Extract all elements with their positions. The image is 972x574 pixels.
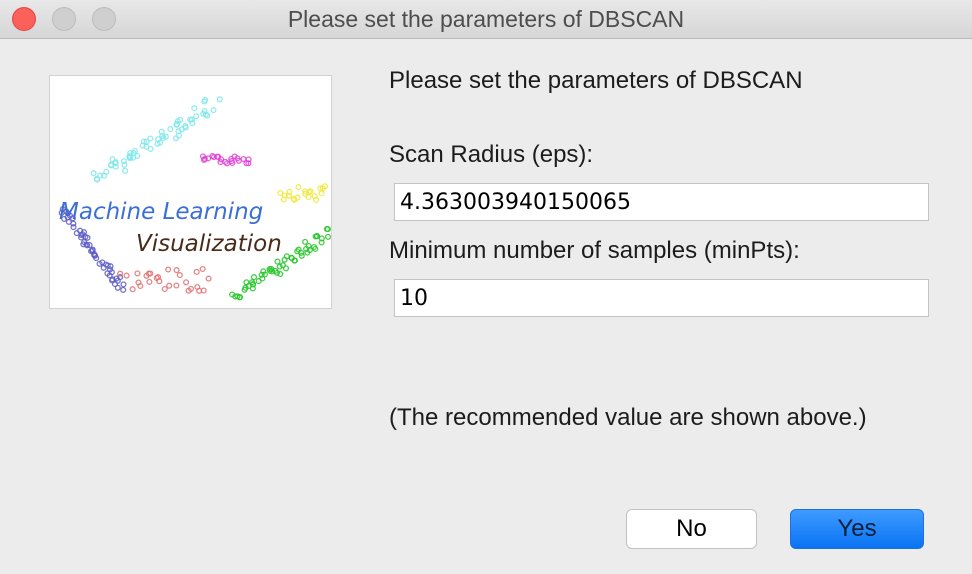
recommendation-note: (The recommended value are shown above.) [389, 404, 867, 431]
logo-dot [120, 281, 127, 288]
logo-dot [146, 278, 153, 285]
logo-dot [193, 113, 200, 120]
logo-dot [90, 170, 97, 177]
minpts-input[interactable] [394, 279, 929, 317]
logo-dot [210, 107, 217, 114]
ml-visualization-logo: Machine Learning Visualization [49, 75, 332, 309]
logo-dot [250, 274, 258, 281]
no-button[interactable]: No [626, 509, 757, 549]
logo-dot [243, 279, 250, 286]
logo-dot [161, 285, 168, 293]
logo-dot [199, 265, 206, 273]
logo-dot [302, 238, 309, 245]
logo-dot [295, 184, 302, 191]
window-title: Please set the parameters of DBSCAN [287, 6, 685, 32]
title-bar: Please set the parameters of DBSCAN [0, 0, 972, 39]
logo-dot [172, 135, 180, 142]
eps-label: Scan Radius (eps): [389, 141, 594, 168]
dialog-heading: Please set the parameters of DBSCAN [389, 67, 803, 94]
logo-dot [117, 270, 124, 277]
logo-dot [122, 167, 129, 174]
logo-dot [305, 193, 312, 201]
logo-dot [114, 284, 121, 291]
yes-button[interactable]: Yes [790, 509, 924, 549]
logo-dot [165, 266, 172, 273]
logo-dot [147, 145, 154, 152]
logo-dot [274, 258, 281, 265]
minpts-label: Minimum number of samples (minPts): [389, 237, 800, 264]
logo-dot [173, 282, 180, 289]
logo-dot [134, 270, 141, 277]
logo-dot [183, 279, 190, 286]
logo-dot [193, 268, 200, 275]
logo-dot [324, 233, 332, 240]
logo-dot [205, 275, 212, 282]
logo-dot [216, 96, 223, 103]
logo-dot [123, 272, 130, 279]
eps-input[interactable] [394, 183, 929, 221]
logo-dot [176, 272, 183, 279]
logo-dot [134, 152, 141, 159]
logo-dot [120, 286, 127, 293]
logo-text-line1: Machine Learning [59, 199, 263, 225]
logo-text-line2: Visualization [136, 231, 282, 257]
logo-dot [282, 265, 290, 272]
logo-dot [318, 190, 325, 197]
logo-dot [166, 282, 173, 289]
logo-scatter-graphic: Machine Learning Visualization [58, 96, 332, 301]
logo-dot [191, 105, 198, 112]
logo-dot [167, 126, 174, 133]
logo-dot [173, 267, 180, 274]
logo-dot [129, 286, 136, 293]
